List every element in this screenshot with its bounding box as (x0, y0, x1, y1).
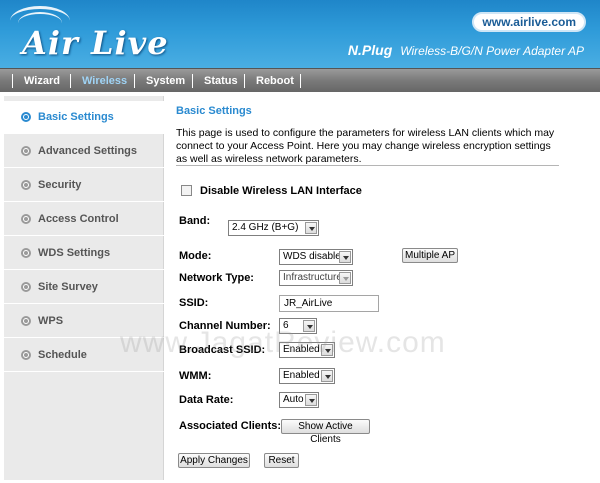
sidebar-item-wds-settings[interactable]: WDS Settings (4, 237, 164, 270)
wmm-select[interactable]: Enabled (279, 368, 335, 384)
chevron-down-icon (305, 394, 317, 406)
broadcast-ssid-label: Broadcast SSID: (179, 344, 266, 356)
sidebar-item-label: Advanced Settings (38, 145, 138, 157)
sidebar-item-label: Basic Settings (38, 111, 114, 123)
data-rate-select[interactable]: Auto (279, 392, 319, 408)
reset-button[interactable]: Reset (264, 453, 299, 468)
site-url-badge[interactable]: www.airlive.com (472, 12, 586, 32)
chevron-down-icon (321, 344, 333, 356)
nav-wizard[interactable]: Wizard (24, 69, 60, 93)
show-active-clients-button[interactable]: Show Active Clients (281, 419, 370, 445)
main-content: Basic Settings This page is used to conf… (168, 96, 588, 480)
top-nav-bar: Wizard Wireless System Status Reboot (0, 68, 600, 92)
broadcast-ssid-select[interactable]: Enabled (279, 342, 335, 358)
band-label: Band: (179, 215, 211, 227)
nav-status[interactable]: Status (204, 69, 238, 93)
radio-bullet-icon (21, 282, 31, 292)
sidebar-item-security[interactable]: Security (4, 169, 164, 202)
sidebar: Basic Settings Advanced Settings Securit… (4, 96, 164, 480)
ssid-label: SSID: (179, 297, 209, 309)
disable-wlan-label: Disable Wireless LAN Interface (200, 185, 362, 197)
brand-logo: Air Live (22, 24, 169, 62)
sidebar-item-site-survey[interactable]: Site Survey (4, 271, 164, 304)
disable-wlan-checkbox[interactable] (181, 185, 192, 196)
radio-bullet-icon (21, 350, 31, 360)
nav-wireless[interactable]: Wireless (82, 69, 127, 93)
sidebar-item-label: Access Control (38, 213, 119, 225)
radio-bullet-icon (21, 214, 31, 224)
associated-clients-label: Associated Clients: (179, 420, 282, 432)
sidebar-item-label: WDS Settings (38, 247, 111, 259)
sidebar-item-schedule[interactable]: Schedule (4, 339, 164, 372)
mode-value: WDS disable (283, 251, 341, 262)
radio-bullet-icon (21, 146, 31, 156)
wmm-label: WMM: (179, 370, 212, 382)
chevron-down-icon (305, 222, 317, 234)
band-select[interactable]: 2.4 GHz (B+G) (228, 220, 319, 236)
page-title: Basic Settings (176, 105, 252, 117)
apply-changes-button[interactable]: Apply Changes (178, 453, 250, 468)
wmm-value: Enabled (283, 370, 320, 381)
broadcast-ssid-value: Enabled (283, 344, 320, 355)
sidebar-item-basic-settings[interactable]: Basic Settings (4, 101, 164, 134)
band-value: 2.4 GHz (B+G) (232, 222, 299, 233)
nav-separator (70, 74, 71, 88)
header-banner: Air Live www.airlive.com N.Plug Wireless-… (0, 0, 600, 68)
radio-bullet-icon (21, 316, 31, 326)
radio-bullet-icon (21, 180, 31, 190)
nav-system[interactable]: System (146, 69, 185, 93)
channel-number-select[interactable]: 6 (279, 318, 317, 334)
chevron-down-icon (339, 272, 351, 284)
nav-separator (134, 74, 135, 88)
sidebar-item-label: Site Survey (38, 281, 98, 293)
mode-select[interactable]: WDS disable (279, 249, 353, 265)
network-type-label: Network Type: (179, 272, 254, 284)
product-title: N.Plug Wireless-B/G/N Power Adapter AP (348, 42, 584, 58)
network-type-select[interactable]: Infrastructure (279, 270, 353, 286)
divider (176, 165, 559, 166)
nav-separator (12, 74, 13, 88)
sidebar-item-label: Schedule (38, 349, 87, 361)
channel-number-value: 6 (283, 320, 289, 331)
sidebar-item-access-control[interactable]: Access Control (4, 203, 164, 236)
chevron-down-icon (321, 370, 333, 382)
mode-label: Mode: (179, 250, 212, 262)
product-description: Wireless-B/G/N Power Adapter AP (400, 44, 584, 58)
chevron-down-icon (303, 320, 315, 332)
radio-bullet-icon (21, 112, 31, 122)
data-rate-value: Auto (283, 394, 304, 405)
sidebar-item-label: Security (38, 179, 82, 191)
channel-number-label: Channel Number: (179, 320, 271, 332)
nav-reboot[interactable]: Reboot (256, 69, 294, 93)
ssid-input[interactable] (279, 295, 379, 312)
nav-separator (244, 74, 245, 88)
multiple-ap-button[interactable]: Multiple AP (402, 248, 458, 263)
nav-separator (300, 74, 301, 88)
nav-separator (192, 74, 193, 88)
sidebar-item-label: WPS (38, 315, 64, 327)
sidebar-item-advanced-settings[interactable]: Advanced Settings (4, 135, 164, 168)
sidebar-item-wps[interactable]: WPS (4, 305, 164, 338)
radio-bullet-icon (21, 248, 31, 258)
product-name: N.Plug (347, 42, 393, 58)
data-rate-label: Data Rate: (179, 394, 234, 406)
network-type-value: Infrastructure (283, 272, 342, 283)
chevron-down-icon (339, 251, 351, 263)
page-description: This page is used to configure the param… (176, 127, 555, 165)
